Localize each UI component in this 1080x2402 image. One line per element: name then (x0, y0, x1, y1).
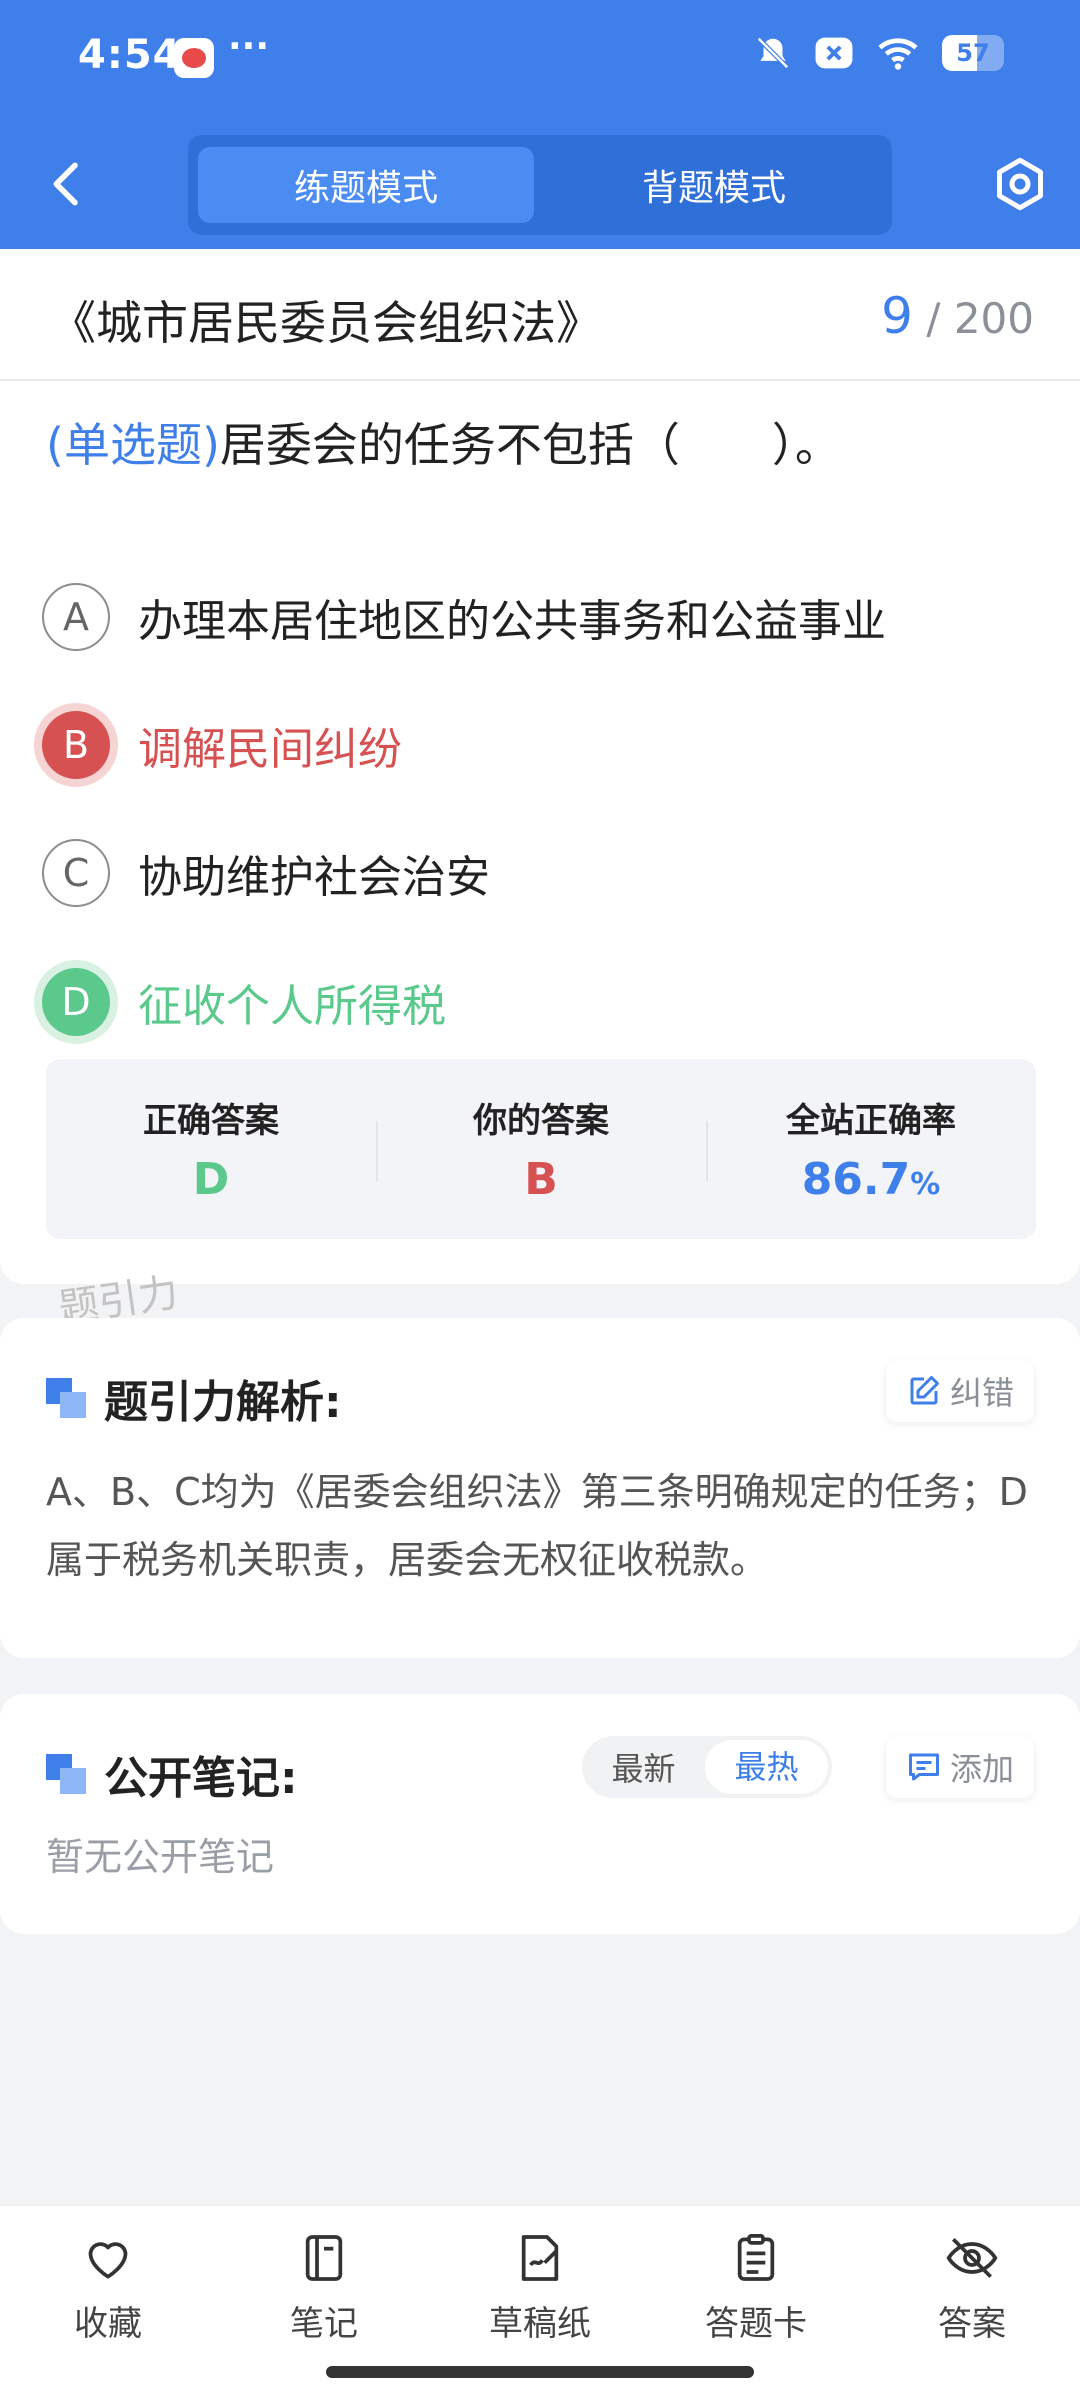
back-button[interactable] (40, 156, 96, 212)
notes-sort-toggle: 最新 最热 (582, 1736, 832, 1798)
status-icons: 57 (754, 34, 1004, 72)
question-progress: 9 / 200 (881, 287, 1034, 345)
tab-practice-mode[interactable]: 练题模式 (198, 147, 534, 223)
correction-label: 纠错 (949, 1374, 1014, 1412)
battery-icon: 57 (942, 35, 1004, 71)
option-letter: C (42, 839, 110, 907)
section-squares-icon (46, 1378, 86, 1418)
analysis-card: 题引力解析: 纠错 A、B、C均为《居委会组织法》第三条明确规定的任务；D属于税… (0, 1318, 1080, 1658)
draft-paper-button[interactable]: 草稿纸 (450, 2230, 630, 2345)
answer-card-icon (728, 2230, 784, 2286)
status-bar: 4:54 ··· 57 (0, 0, 1080, 120)
option-letter: B (42, 711, 110, 779)
question-type: (单选题) (46, 418, 220, 472)
user-answer-value: B (524, 1154, 558, 1205)
notes-button[interactable]: 笔记 (234, 2230, 414, 2345)
top-nav: 练题模式 背题模式 (0, 130, 1080, 240)
header: 4:54 ··· 57 练题模式 背题模式 (0, 0, 1080, 249)
total-questions: / 200 (926, 294, 1034, 343)
mode-toggle: 练题模式 背题模式 (188, 135, 892, 235)
close-box-icon (814, 35, 854, 71)
analysis-header: 题引力解析: (46, 1366, 342, 1430)
bell-off-icon (754, 34, 792, 72)
correct-answer-block: 正确答案 D (46, 1059, 376, 1239)
option-text: 调解民间纠纷 (138, 724, 402, 775)
app-notification-icon (174, 38, 214, 78)
accuracy-number: 86.7 (801, 1154, 911, 1205)
correct-answer-label: 正确答案 (143, 1101, 279, 1141)
sort-latest[interactable]: 最新 (582, 1744, 705, 1790)
public-notes-card: 公开笔记: 最新 最热 添加 暂无公开笔记 (0, 1694, 1080, 1934)
accuracy-block: 全站正确率 86.7% (706, 1059, 1036, 1239)
settings-button[interactable] (990, 154, 1050, 214)
notes-label: 笔记 (290, 2304, 358, 2344)
correction-button[interactable]: 纠错 (885, 1360, 1034, 1422)
notes-title: 公开笔记: (104, 1753, 298, 1804)
more-notifications-indicator: ··· (228, 26, 270, 67)
option-text: 协助维护社会治安 (138, 852, 490, 903)
add-note-label: 添加 (949, 1750, 1014, 1788)
correct-answer-value: D (192, 1154, 230, 1205)
favorite-button[interactable]: 收藏 (18, 2230, 198, 2345)
answer-card-label: 答题卡 (705, 2304, 807, 2344)
wifi-icon (876, 35, 920, 71)
settings-hexagon-icon (997, 157, 1043, 211)
analysis-title: 题引力解析: (104, 1377, 342, 1428)
accuracy-value: 86.7% (802, 1154, 941, 1205)
section-squares-icon (46, 1754, 86, 1794)
option-a[interactable]: A 办理本居住地区的公共事务和公益事业 (42, 577, 1042, 657)
battery-level: 57 (956, 39, 990, 67)
empty-notes-text: 暂无公开笔记 (46, 1835, 275, 1879)
option-letter: D (42, 968, 110, 1036)
notebook-icon (296, 2230, 352, 2286)
option-text: 征收个人所得税 (138, 981, 446, 1032)
home-indicator[interactable] (326, 2366, 754, 2378)
tab-review-mode[interactable]: 背题模式 (546, 147, 882, 223)
draft-paper-label: 草稿纸 (489, 2304, 591, 2344)
user-answer-block: 你的答案 B (376, 1059, 706, 1239)
question-text: (单选题)居委会的任务不包括（ ）。 (46, 409, 1036, 475)
eye-off-icon (944, 2230, 1000, 2286)
option-letter: A (42, 583, 110, 651)
option-c[interactable]: C 协助维护社会治安 (42, 833, 1042, 913)
analysis-text: A、B、C均为《居委会组织法》第三条明确规定的任务；D属于税务机关职责，居委会无… (46, 1470, 1028, 1582)
question-header: 《城市居民委员会组织法》 9 / 200 (0, 249, 1080, 381)
option-text: 办理本居住地区的公共事务和公益事业 (138, 596, 886, 647)
comment-icon (908, 1753, 939, 1781)
sort-hottest[interactable]: 最热 (705, 1740, 828, 1794)
accuracy-label: 全站正确率 (786, 1101, 956, 1141)
add-note-button[interactable]: 添加 (885, 1736, 1034, 1798)
draft-paper-icon (512, 2230, 568, 2286)
accuracy-unit: % (910, 1167, 941, 1202)
option-d[interactable]: D 征收个人所得税 (42, 962, 1042, 1042)
question-card: 《城市居民委员会组织法》 9 / 200 (单选题)居委会的任务不包括（ ）。 … (0, 249, 1080, 1284)
current-question-number: 9 (881, 287, 913, 345)
chevron-left-icon (53, 162, 78, 206)
toggle-answer-button[interactable]: 答案 (882, 2230, 1062, 2345)
notes-header: 公开笔记: (46, 1742, 298, 1806)
answer-summary: 正确答案 D 你的答案 B 全站正确率 86.7% (46, 1059, 1036, 1239)
answer-card-button[interactable]: 答题卡 (666, 2230, 846, 2345)
user-answer-label: 你的答案 (473, 1101, 609, 1141)
favorite-label: 收藏 (74, 2304, 142, 2344)
book-title: 《城市居民委员会组织法》 (50, 296, 602, 350)
edit-icon (910, 1376, 939, 1405)
toggle-answer-label: 答案 (938, 2304, 1006, 2344)
status-time: 4:54 (78, 32, 182, 78)
question-stem: 居委会的任务不包括（ ）。 (219, 418, 841, 472)
option-b[interactable]: B 调解民间纠纷 (42, 705, 1042, 785)
heart-icon (80, 2230, 136, 2286)
